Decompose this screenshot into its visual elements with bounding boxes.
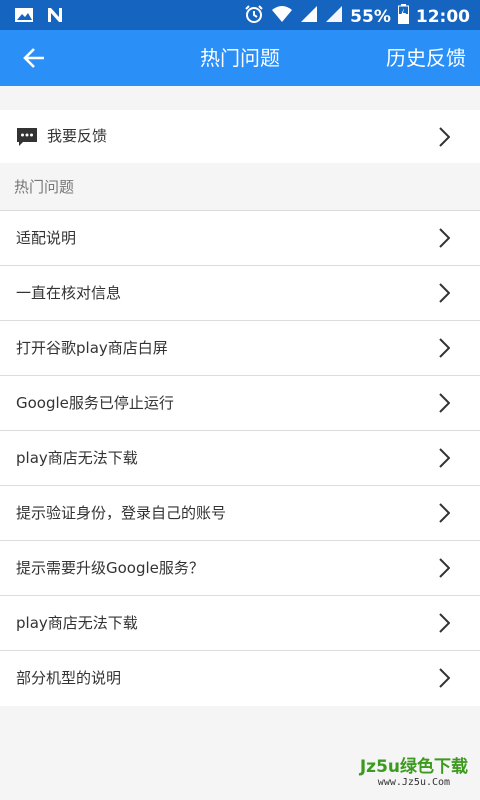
list-item[interactable]: 提示验证身份，登录自己的账号 (0, 486, 480, 541)
list-item[interactable]: play商店无法下载 (0, 431, 480, 486)
list-item[interactable]: 一直在核对信息 (0, 266, 480, 321)
list-item-label: 打开谷歌play商店白屏 (16, 339, 168, 357)
watermark-logo: Jz5u绿色下载 (359, 757, 468, 777)
chevron-right-icon (438, 613, 451, 637)
wifi-icon (271, 5, 293, 28)
chevron-right-icon (438, 503, 451, 527)
clock: 12:00 (415, 6, 470, 27)
list-item-label: play商店无法下载 (16, 449, 138, 467)
chevron-right-icon (438, 558, 451, 582)
signal-icon (325, 5, 343, 28)
list-item-label: play商店无法下载 (16, 614, 138, 632)
list-item-label: 一直在核对信息 (16, 284, 122, 302)
chevron-right-icon (438, 668, 451, 692)
status-bar: 55% 12:00 (0, 0, 480, 30)
list-item[interactable]: Google服务已停止运行 (0, 376, 480, 431)
alarm-icon (244, 4, 264, 29)
list-item-label: Google服务已停止运行 (16, 394, 174, 412)
list-item[interactable]: play商店无法下载 (0, 596, 480, 651)
chevron-right-icon (438, 338, 451, 362)
list-item[interactable]: 部分机型的说明 (0, 651, 480, 706)
arrow-left-icon (23, 48, 44, 68)
chat-bubble-icon (16, 127, 38, 151)
list-item[interactable]: 打开谷歌play商店白屏 (0, 321, 480, 376)
feedback-label: 我要反馈 (47, 127, 108, 145)
question-list: 适配说明 一直在核对信息 打开谷歌play商店白屏 Google服务已停止运行 … (0, 211, 480, 706)
chevron-right-icon (438, 283, 451, 307)
battery-charging-icon (397, 4, 409, 29)
section-header: 热门问题 (0, 163, 480, 211)
list-item[interactable]: 提示需要升级Google服务？ (0, 541, 480, 596)
watermark: Jz5u绿色下载 www.Jz5u.Com (360, 752, 468, 788)
list-item-label: 提示验证身份，登录自己的账号 (16, 504, 227, 522)
back-button[interactable] (14, 40, 54, 76)
history-feedback-button[interactable]: 历史反馈 (386, 30, 466, 86)
list-item[interactable]: 适配说明 (0, 211, 480, 266)
feedback-row[interactable]: 我要反馈 (0, 110, 480, 163)
chevron-right-icon (438, 393, 451, 417)
list-item-label: 部分机型的说明 (16, 669, 122, 687)
chevron-right-icon (438, 228, 451, 252)
list-item-label: 适配说明 (16, 229, 77, 247)
signal-icon (300, 5, 318, 28)
chevron-right-icon (438, 127, 451, 151)
list-item-label: 提示需要升级Google服务？ (16, 559, 204, 577)
battery-percent: 55% (350, 6, 391, 27)
chevron-right-icon (438, 448, 451, 472)
app-bar: 热门问题 历史反馈 (0, 30, 480, 86)
n-icon (46, 6, 64, 28)
watermark-url: www.Jz5u.Com (377, 777, 451, 788)
image-icon (14, 7, 34, 27)
